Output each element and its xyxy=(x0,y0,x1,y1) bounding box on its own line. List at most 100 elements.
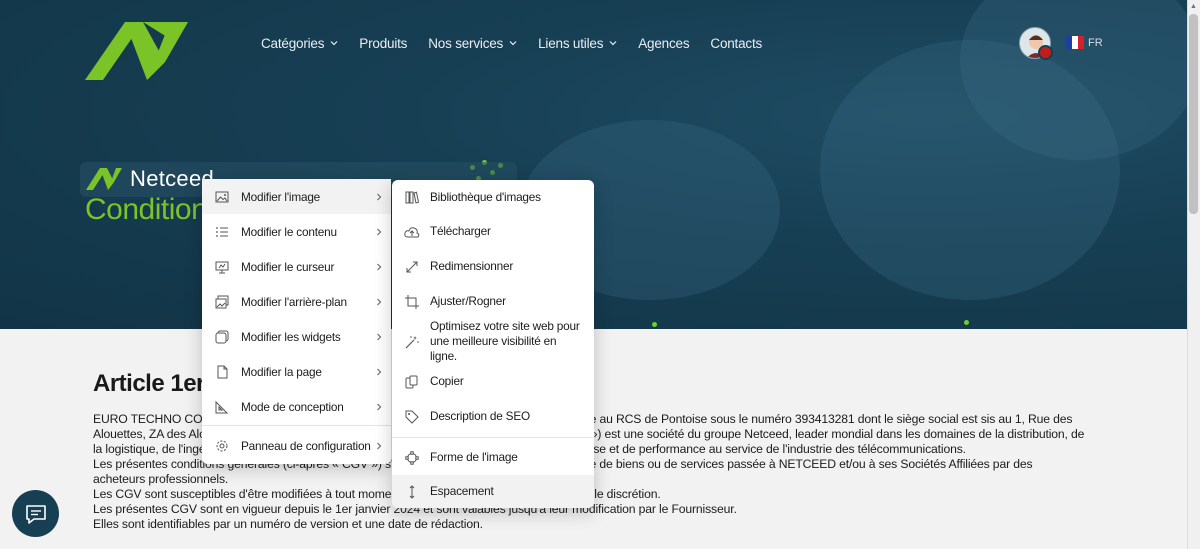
scroll-up-arrow-icon[interactable]: ▲ xyxy=(1190,3,1197,10)
submenu-item-espacement[interactable]: Espacement xyxy=(392,475,594,508)
menu-item-label: Modifier l'arrière-plan xyxy=(241,294,347,309)
photo-stack-icon xyxy=(214,294,230,310)
language-code: FR xyxy=(1088,36,1103,49)
article-title: Article 1er - xyxy=(93,370,219,397)
chevron-down-icon xyxy=(330,41,338,46)
article-line-left: Elles sont identifiables par un numéro d… xyxy=(93,517,483,531)
nav-item-agences[interactable]: Agences xyxy=(638,34,689,52)
submenu-item-redimensionner[interactable]: Redimensionner xyxy=(392,249,594,284)
menu-item-label: Modifier les widgets xyxy=(241,329,341,344)
submenu-item-description-seo[interactable]: Description de SEO xyxy=(392,399,594,434)
submenu-item-label: Optimisez votre site web pour une meille… xyxy=(430,319,580,363)
shape-icon xyxy=(404,450,420,466)
nav-item-label: Nos services xyxy=(428,35,504,51)
menu-item-modifier-image[interactable]: Modifier l'image xyxy=(202,179,391,214)
submenu-item-forme-image[interactable]: Forme de l'image xyxy=(392,440,594,475)
article-line-left: Alouettes, ZA des Alo xyxy=(93,427,206,441)
nav-item-categories[interactable]: Catégories xyxy=(261,34,338,52)
submenu-separator xyxy=(392,437,594,438)
nav-item-label: Contacts xyxy=(710,35,763,51)
article-line: Les présentes CGV sont en vigueur depuis… xyxy=(93,502,1103,517)
menu-item-modifier-widgets[interactable]: Modifier les widgets xyxy=(202,319,391,354)
netceed-mark-icon xyxy=(86,168,122,190)
article-line: Les CGV sont susceptibles d'être modifié… xyxy=(93,487,1103,502)
magic-wand-icon xyxy=(404,334,420,350)
menu-item-label: Modifier le contenu xyxy=(241,224,337,239)
page-icon xyxy=(214,364,230,380)
submenu-item-label: Forme de l'image xyxy=(430,450,518,464)
submenu-item-copier[interactable]: Copier xyxy=(392,364,594,399)
menu-item-modifier-curseur[interactable]: Modifier le curseur xyxy=(202,249,391,284)
submenu-item-label: Bibliothèque d'images xyxy=(430,189,541,204)
chevron-right-icon xyxy=(377,193,382,200)
chevron-right-icon xyxy=(377,228,382,235)
article-line-left: EURO TECHNO CO xyxy=(93,412,203,426)
widget-icon xyxy=(214,329,230,345)
submenu-item-label: Copier xyxy=(430,374,464,388)
chevron-right-icon xyxy=(377,298,382,305)
menu-item-label: Mode de conception xyxy=(241,399,344,414)
tag-icon xyxy=(404,409,420,425)
menu-item-mode-conception[interactable]: Mode de conception xyxy=(202,389,391,424)
article-line: acheteurs professionnels. xyxy=(93,472,1103,487)
nav-item-label: Agences xyxy=(638,35,690,51)
submenu-item-label: Télécharger xyxy=(430,224,491,238)
image-icon xyxy=(214,189,230,205)
main-nav: Catégories Produits Nos services Liens u… xyxy=(261,34,783,52)
article-line-right: ertise et de performance au service de l… xyxy=(577,442,966,456)
chevron-right-icon xyxy=(377,442,382,449)
chevron-right-icon xyxy=(377,333,382,340)
menu-item-label: Modifier l'image xyxy=(241,189,321,204)
article-line-right: ur ») est une société du groupe Netceed,… xyxy=(577,427,1085,441)
netceed-logo[interactable] xyxy=(85,22,188,80)
nav-item-liens-utiles[interactable]: Liens utiles xyxy=(538,34,617,52)
chat-button[interactable] xyxy=(12,490,59,537)
submenu-item-label: Redimensionner xyxy=(430,259,514,273)
submenu-item-ajuster-rogner[interactable]: Ajuster/Rogner xyxy=(392,284,594,319)
nav-item-produits[interactable]: Produits xyxy=(359,34,407,52)
scrollbar-thumb[interactable] xyxy=(1189,14,1198,214)
menu-item-label: Panneau de configuration xyxy=(241,438,371,453)
submenu-item-label: Espacement xyxy=(430,484,494,498)
chevron-down-icon xyxy=(509,41,517,46)
context-menu: Modifier l'image Modifier le contenu Mod… xyxy=(202,179,391,464)
cloud-upload-icon xyxy=(404,224,420,240)
menu-item-label: Modifier le curseur xyxy=(241,259,335,274)
gear-icon xyxy=(214,438,230,454)
image-submenu: Bibliothèque d'images Télécharger Redime… xyxy=(392,180,594,508)
chevron-right-icon xyxy=(377,263,382,270)
menu-separator xyxy=(202,425,391,426)
french-flag-icon xyxy=(1066,36,1084,49)
menu-item-modifier-page[interactable]: Modifier la page xyxy=(202,354,391,389)
submenu-item-label: Ajuster/Rogner xyxy=(430,294,506,308)
menu-item-label: Modifier la page xyxy=(241,364,322,379)
nav-item-label: Produits xyxy=(359,35,408,51)
language-selector[interactable]: FR xyxy=(1066,36,1103,49)
article-line-right: ure de biens ou de services passée à NET… xyxy=(579,457,1033,471)
chevron-right-icon xyxy=(377,368,382,375)
nav-item-label: Liens utiles xyxy=(538,35,604,51)
article-line: Elles sont identifiables par un numéro d… xyxy=(93,517,1103,532)
submenu-item-bibliotheque[interactable]: Bibliothèque d'images xyxy=(392,180,594,214)
crop-icon xyxy=(404,294,420,310)
menu-item-modifier-contenu[interactable]: Modifier le contenu xyxy=(202,214,391,249)
menu-item-modifier-arriere-plan[interactable]: Modifier l'arrière-plan xyxy=(202,284,391,319)
nav-item-contacts[interactable]: Contacts xyxy=(710,34,762,52)
submenu-item-optimisez[interactable]: Optimisez votre site web pour une meille… xyxy=(392,319,594,364)
notification-bell-icon[interactable] xyxy=(1038,45,1053,60)
library-icon xyxy=(404,189,420,205)
article-line-left: Les CGV sont susceptibles d'être modifié… xyxy=(93,487,399,501)
article-line-left: acheteurs professionnels. xyxy=(93,472,229,486)
nav-item-label: Catégories xyxy=(261,35,325,51)
list-icon xyxy=(214,224,230,240)
resize-icon xyxy=(404,259,420,275)
spacing-icon xyxy=(404,484,420,500)
presentation-icon xyxy=(214,259,230,275)
chevron-down-icon xyxy=(609,41,617,46)
set-square-icon xyxy=(214,399,230,415)
chevron-right-icon xyxy=(377,403,382,410)
nav-item-nos-services[interactable]: Nos services xyxy=(428,34,517,52)
menu-item-panneau-configuration[interactable]: Panneau de configuration xyxy=(202,428,391,463)
submenu-item-telecharger[interactable]: Télécharger xyxy=(392,214,594,249)
chat-icon xyxy=(25,504,46,524)
